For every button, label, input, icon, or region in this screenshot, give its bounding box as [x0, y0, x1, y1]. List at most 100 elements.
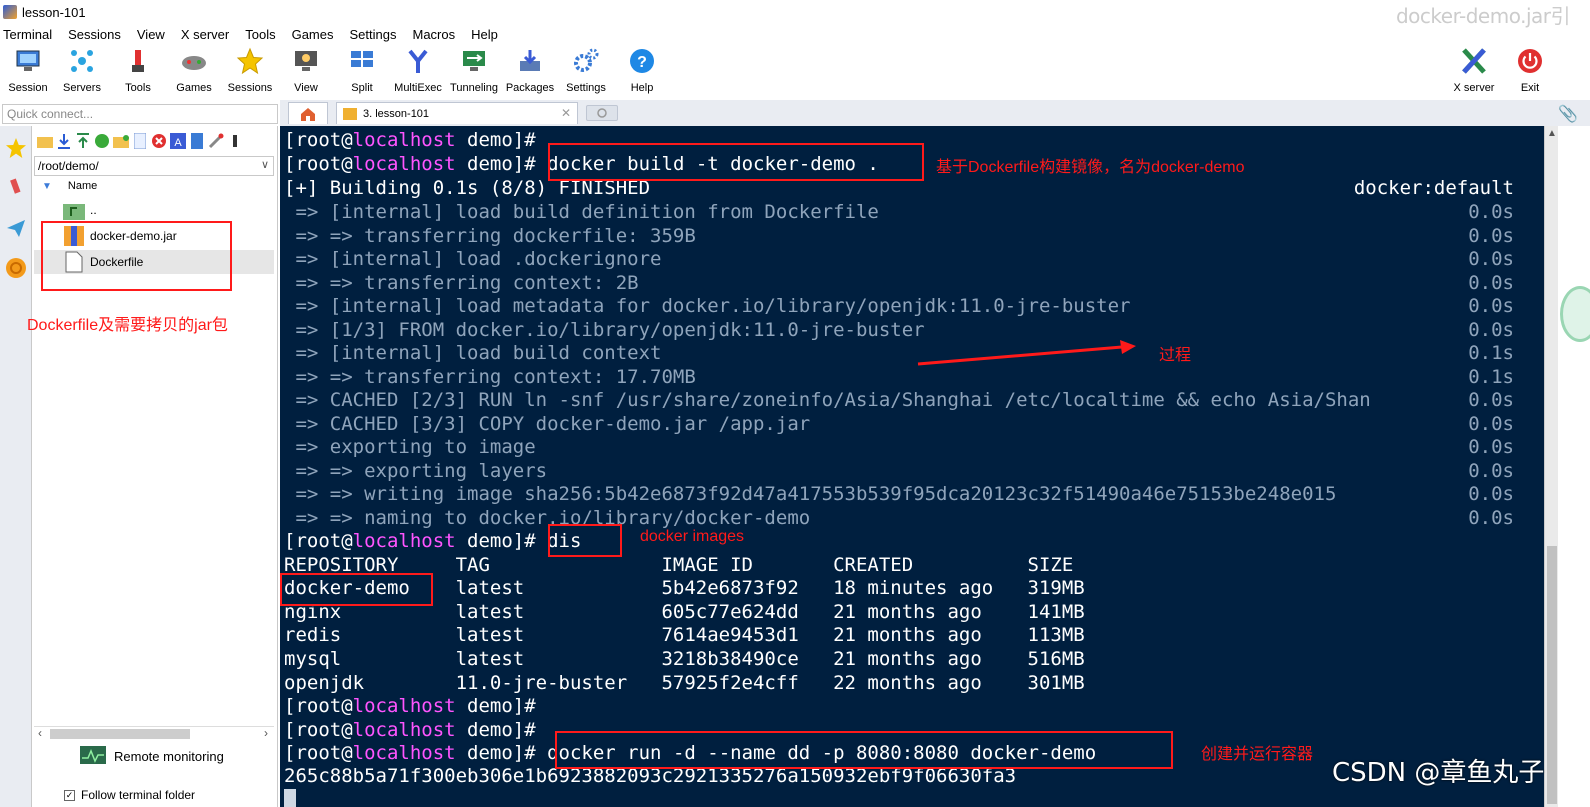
gear-icon: [571, 46, 601, 76]
terminal-view[interactable]: [root@localhost demo]# [root@localhost d…: [280, 126, 1544, 807]
more-icon[interactable]: [226, 132, 244, 150]
session-button[interactable]: Session: [0, 44, 56, 100]
build-step: => => transferring dockerfile: 359B: [284, 225, 696, 247]
tab-lesson-101[interactable]: 3. lesson-101 ✕: [336, 102, 578, 124]
view-button[interactable]: View: [278, 44, 334, 100]
new-folder-icon[interactable]: [112, 132, 130, 150]
gamepad-icon: [179, 46, 209, 76]
tools-icon: [10, 178, 21, 194]
follow-terminal-folder-checkbox[interactable]: ✓ Follow terminal folder: [64, 788, 195, 802]
home-icon: [301, 107, 315, 121]
menu-games[interactable]: Games: [292, 27, 334, 42]
terminal-cursor: [284, 786, 296, 807]
menu-view[interactable]: View: [137, 27, 165, 42]
chevron-down-icon: ∨: [260, 159, 269, 171]
sidebar-sftp[interactable]: [2, 210, 30, 246]
tools-button[interactable]: Tools: [110, 44, 166, 100]
tab-home[interactable]: [288, 102, 328, 124]
file-row-parent[interactable]: ..: [62, 198, 274, 222]
menu-help[interactable]: Help: [471, 27, 498, 42]
floating-assistant-icon[interactable]: [1560, 286, 1590, 342]
scroll-right-icon[interactable]: ›: [264, 726, 268, 740]
properties-icon[interactable]: [188, 132, 206, 150]
split-icon: [347, 46, 377, 76]
scroll-thumb[interactable]: [50, 729, 190, 739]
terminal-scroll-thumb[interactable]: [1547, 546, 1557, 804]
path-input[interactable]: /root/demo/ ∨: [34, 156, 274, 176]
terminal-tab-icon: [343, 107, 357, 120]
packages-button[interactable]: Packages: [502, 44, 558, 100]
close-tab-icon[interactable]: ✕: [561, 106, 571, 120]
xserver-button[interactable]: X server: [1446, 44, 1502, 100]
servers-button[interactable]: Servers: [54, 44, 110, 100]
build-step-time: 0.0s: [1468, 507, 1514, 529]
build-step: => [internal] load metadata for docker.i…: [284, 295, 1131, 317]
sidebar-tools[interactable]: [2, 170, 30, 206]
monitor-icon: [13, 46, 43, 76]
permissions-icon[interactable]: [207, 132, 225, 150]
upload-icon[interactable]: [74, 132, 92, 150]
settings-button[interactable]: Settings: [558, 44, 614, 100]
build-step-time: 0.0s: [1468, 413, 1514, 435]
menu-macros[interactable]: Macros: [412, 27, 455, 42]
build-step: => [internal] load build definition from…: [284, 201, 879, 223]
horizontal-scrollbar[interactable]: ‹ ›: [34, 726, 274, 740]
sidebar-sessions-star[interactable]: [2, 130, 30, 166]
packages-icon: [515, 46, 545, 76]
scroll-up-icon[interactable]: ▲: [1547, 128, 1557, 139]
build-step: => [internal] load .dockerignore: [284, 248, 662, 270]
build-step-time: 0.0s: [1468, 201, 1514, 223]
paperclip-icon[interactable]: 📎: [1558, 104, 1578, 124]
menu-sessions[interactable]: Sessions: [68, 27, 121, 42]
svg-text:A: A: [174, 137, 182, 149]
build-step-time: 0.0s: [1468, 272, 1514, 294]
process-arrow-icon: [917, 340, 1136, 366]
build-step-time: 0.0s: [1468, 225, 1514, 247]
annotation-images: docker images: [640, 528, 745, 545]
help-button[interactable]: ? Help: [614, 44, 670, 100]
exit-button[interactable]: Exit: [1502, 44, 1558, 100]
build-step: => => transferring context: 17.70MB: [284, 366, 696, 388]
new-file-icon[interactable]: [131, 132, 149, 150]
csdn-watermark: CSDN @章鱼丸子: [1332, 758, 1545, 788]
build-step: => exporting to image: [284, 436, 536, 458]
rename-icon[interactable]: A: [169, 132, 187, 150]
multiexec-button[interactable]: MultiExec: [390, 44, 446, 100]
monitoring-icon: [80, 746, 106, 764]
remote-monitoring-button[interactable]: Remote monitoring: [80, 746, 224, 766]
build-step: => CACHED [3/3] COPY docker-demo.jar /ap…: [284, 413, 811, 435]
split-button[interactable]: Split: [334, 44, 390, 100]
folder-up-icon[interactable]: [36, 132, 54, 150]
name-column-header[interactable]: ▼ Name: [42, 180, 97, 192]
menu-bar: Terminal Sessions View X server Tools Ga…: [0, 24, 511, 44]
main-toolbar: Session Servers Tools Games Sessions Vie…: [0, 44, 1590, 100]
window-title: lesson-101: [22, 4, 86, 20]
download-icon[interactable]: [55, 132, 73, 150]
mobaxterm-icon: [3, 5, 17, 19]
xserver-icon: [1459, 46, 1489, 76]
menu-tools[interactable]: Tools: [245, 27, 275, 42]
star-icon: [6, 138, 26, 158]
new-tab-icon: [597, 108, 607, 118]
annotation-build: 基于Dockerfile构建镜像，名为docker-demo: [936, 159, 1245, 176]
new-tab-button[interactable]: [586, 105, 618, 121]
paper-plane-icon: [7, 220, 25, 237]
build-step: => => writing image sha256:5b42e6873f92d…: [284, 483, 1337, 505]
sessions-button[interactable]: Sessions: [222, 44, 278, 100]
scroll-left-icon[interactable]: ‹: [38, 726, 42, 740]
menu-settings[interactable]: Settings: [350, 27, 397, 42]
sidebar-macros[interactable]: [2, 250, 30, 286]
menu-xserver[interactable]: X server: [181, 27, 229, 42]
builder-name: docker:default: [1353, 177, 1514, 199]
terminal-scrollbar[interactable]: ▲: [1544, 126, 1558, 807]
prompt-line: [root@localhost demo]#: [284, 695, 548, 717]
delete-icon[interactable]: [150, 132, 168, 150]
refresh-icon[interactable]: [93, 132, 111, 150]
menu-terminal[interactable]: Terminal: [3, 27, 52, 42]
power-icon: [1515, 46, 1545, 76]
help-icon: ?: [627, 46, 657, 76]
games-button[interactable]: Games: [166, 44, 222, 100]
quick-connect-input[interactable]: Quick connect...: [2, 104, 278, 124]
prompt-line: [root@localhost demo]#: [284, 719, 548, 741]
tunneling-button[interactable]: Tunneling: [446, 44, 502, 100]
